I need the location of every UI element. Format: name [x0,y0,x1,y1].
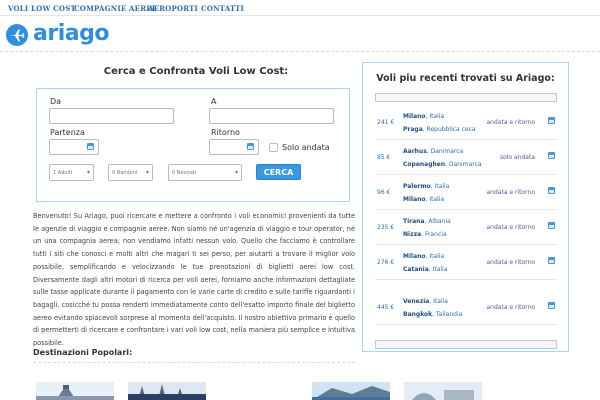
destination-country: Italia [432,266,448,273]
destinations-title: Destinazioni Popolari: [33,348,133,357]
search-title: Cerca e Confronta Voli Low Cost: [103,66,289,77]
origin-city[interactable]: Palermo [403,183,431,190]
origin-country: Albania [428,218,451,225]
departure-label: Partenza [50,128,85,137]
to-input[interactable] [209,108,334,124]
calendar-icon[interactable] [548,187,555,194]
recent-flight-row[interactable]: 445 € Venezia, Italia Bangkok, Tailandia… [375,290,557,325]
origin-city[interactable]: Aarhus [403,148,427,155]
origin-country: Italia [433,298,448,305]
departure-date-input[interactable] [49,139,99,155]
calendar-icon[interactable] [87,143,94,150]
nav-compagnie-aeree[interactable]: COMPAGNIE AEREE [74,4,157,13]
destination-thumbnail[interactable] [312,382,390,400]
adults-select[interactable]: 1 Adulti ▾ [49,164,94,181]
return-date-input[interactable] [209,139,259,155]
from-input[interactable] [49,108,174,124]
chevron-down-icon: ▾ [234,169,238,176]
trip-type: andata e ritorno [486,304,536,311]
recent-flight-row[interactable]: 85 € Aarhus, Danimarca Copenaghen, Danim… [375,140,557,175]
calendar-icon[interactable] [548,302,555,309]
chevron-down-icon: ▾ [145,169,149,176]
flight-price: 445 € [377,304,395,311]
nav-voli-low-cost[interactable]: VOLI LOW COST [8,4,76,13]
calendar-icon[interactable] [548,222,555,229]
header-divider [0,51,600,52]
destination-thumbnail[interactable] [128,382,206,400]
trip-type: andata e ritorno [486,119,536,126]
destination-city[interactable]: Praga [403,126,423,133]
origin-country: Italia [434,183,450,190]
nav-aeroporti[interactable]: AEROPORTI [148,4,198,13]
to-label: A [211,97,217,106]
recent-flight-row[interactable]: 235 € Tirana, Albania Nizza, Francia and… [375,210,557,245]
flight-price: 235 € [377,224,395,231]
return-label: Ritorno [211,128,240,137]
children-value: 0 Bambini [112,170,138,176]
recent-flights-title: Voli piu recenti trovati su Ariago: [376,73,555,84]
destination-thumbnail[interactable] [404,382,482,400]
flight-price: 241 € [377,119,395,126]
adults-value: 1 Adulti [53,170,73,176]
logo-text: ariago [33,21,109,46]
destination-country: Repubblica ceca [426,126,476,133]
nav-contatti[interactable]: CONTATTI [201,4,244,13]
oneway-checkbox[interactable] [269,143,278,152]
destination-city[interactable]: Copenaghen [403,161,445,168]
origin-country: Italia [429,113,445,120]
flight-price: 85 € [377,154,391,161]
recent-flight-row[interactable]: 241 € Milano, Italia Praga, Repubblica c… [375,105,557,140]
destination-country: Italia [429,196,445,203]
destinations-divider [33,362,355,363]
trip-type: solo andata [499,154,535,161]
recent-flight-row[interactable]: 276 € Milano, Italia Catania, Italia and… [375,245,557,280]
search-button[interactable]: CERCA [256,164,301,180]
calendar-icon[interactable] [548,257,555,264]
calendar-icon[interactable] [548,117,555,124]
calendar-icon[interactable] [548,152,555,159]
origin-city[interactable]: Milano [403,253,426,260]
destination-city[interactable]: Nizza [403,231,421,238]
trip-type: andata e ritorno [486,259,536,266]
intro-text: Benvenuto! Su Ariago, puoi ricercare e m… [33,212,355,348]
destination-thumbnail[interactable] [36,382,114,400]
oneway-label: Solo andata [282,143,330,152]
infants-select[interactable]: 0 Neonati ▾ [168,164,242,181]
recent-flights-header-bar [375,93,557,102]
trip-type: andata e ritorno [486,224,536,231]
flight-price: 96 € [377,189,391,196]
destination-country: Danimarca [448,161,482,168]
recent-flights-footer-bar [375,340,557,349]
chevron-down-icon: ▾ [86,169,90,176]
origin-city[interactable]: Venezia [403,298,429,305]
recent-flight-row[interactable]: 96 € Palermo, Italia Milano, Italia anda… [375,175,557,210]
destination-city[interactable]: Milano [403,196,426,203]
destination-city[interactable]: Bangkok [403,311,432,318]
origin-country: Danimarca [430,148,464,155]
recent-flights-panel: Voli piu recenti trovati su Ariago: 241 … [362,62,569,352]
calendar-icon[interactable] [247,143,254,150]
flight-price: 276 € [377,259,395,266]
destination-city[interactable]: Catania [403,266,429,273]
origin-city[interactable]: Tirana [403,218,424,225]
from-label: Da [50,97,62,106]
infants-value: 0 Neonati [172,170,197,176]
destination-country: Tailandia [435,311,463,318]
trip-type: andata e ritorno [486,189,536,196]
airplane-icon [6,24,28,46]
origin-city[interactable]: Milano [403,113,426,120]
top-nav: VOLI LOW COST COMPAGNIE AEREE AEROPORTI … [0,0,600,16]
children-select[interactable]: 0 Bambini ▾ [108,164,153,181]
logo[interactable]: ariago [6,21,116,50]
origin-country: Italia [429,253,445,260]
destination-country: Francia [424,231,447,238]
